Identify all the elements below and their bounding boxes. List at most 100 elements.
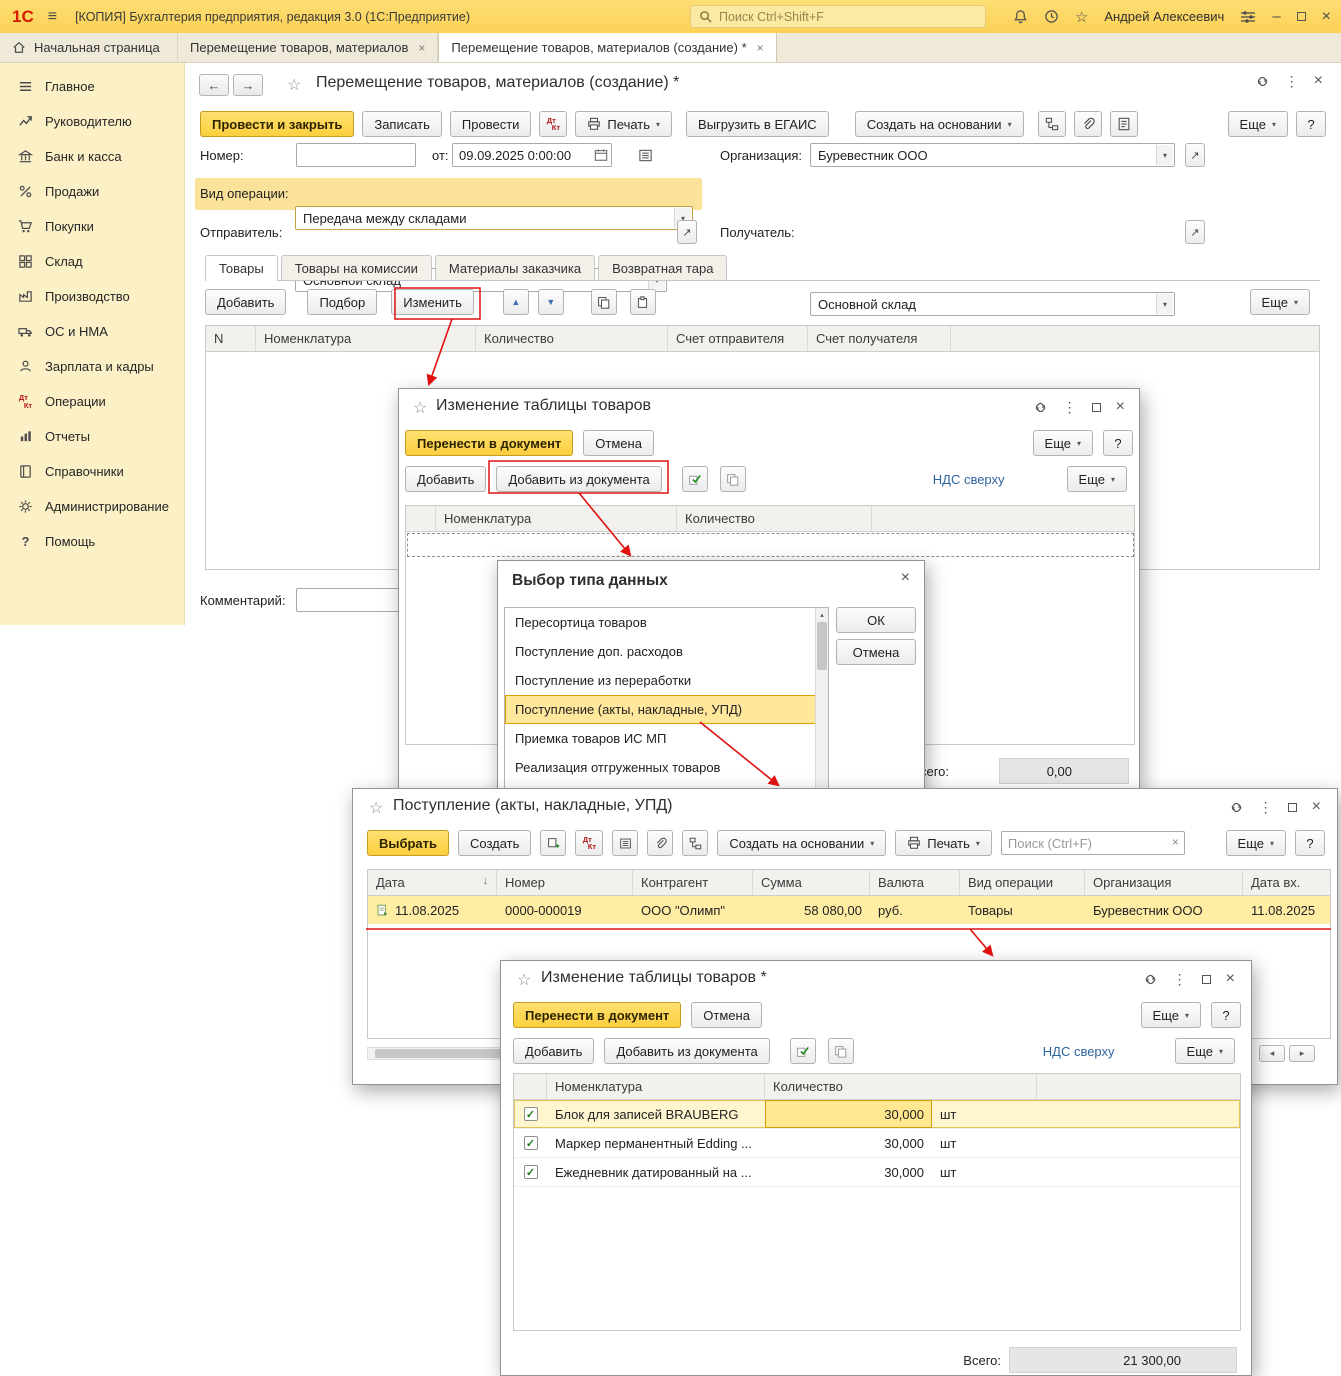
notifications-bell-icon[interactable]	[1013, 9, 1028, 24]
col-number[interactable]: Номер	[497, 870, 633, 895]
close-window-icon[interactable]: ×	[1312, 799, 1321, 815]
date-field[interactable]	[452, 143, 612, 167]
close-dialog-icon[interactable]: ×	[1116, 399, 1125, 415]
clear-search-icon[interactable]: ×	[1172, 835, 1179, 849]
col-date[interactable]: Дата ↓	[368, 870, 497, 895]
save-button[interactable]: Записать	[362, 111, 442, 137]
tab-home[interactable]: Начальная страница	[0, 33, 178, 62]
col-sum[interactable]: Сумма	[753, 870, 870, 895]
tab-goods[interactable]: Товары	[205, 255, 278, 281]
select-button[interactable]: Выбрать	[367, 830, 449, 856]
sidebar-item-production[interactable]: Производство	[0, 279, 184, 314]
dt-kt-postings-button[interactable]: Дт Кт	[539, 111, 568, 137]
col-organization[interactable]: Организация	[1085, 870, 1243, 895]
cancel-button[interactable]: Отмена	[691, 1002, 762, 1028]
data-type-list[interactable]: Пересортица товаров Поступление доп. рас…	[504, 607, 829, 792]
pick-button[interactable]: Подбор	[307, 289, 378, 315]
scrollbar-thumb[interactable]	[817, 622, 827, 670]
history-clock-icon[interactable]	[1044, 9, 1059, 24]
dt-kt-postings-button[interactable]: Дт Кт	[575, 830, 604, 856]
reports-button[interactable]	[1109, 111, 1138, 137]
more-menu-kebab-icon[interactable]: ⋮	[1173, 972, 1187, 986]
favorite-star-icon[interactable]: ☆	[413, 398, 427, 418]
create-button[interactable]: Создать	[458, 830, 532, 856]
cancel-button[interactable]: Отмена	[836, 639, 916, 665]
close-dialog-icon[interactable]: ×	[901, 569, 910, 587]
row-checkbox-checked[interactable]: ✓	[523, 1165, 538, 1179]
favorites-star-icon[interactable]: ☆	[1075, 8, 1088, 26]
cell-quantity[interactable]: 30,000	[765, 1129, 932, 1157]
dialog-goods-table[interactable]: Номенклатура Количество ✓ Блок для запис…	[513, 1073, 1241, 1331]
more-button[interactable]: Еще ▾	[1225, 830, 1286, 856]
close-document-icon[interactable]: ×	[1314, 73, 1323, 89]
sidebar-item-main[interactable]: Главное	[0, 69, 184, 104]
cancel-button[interactable]: Отмена	[583, 430, 654, 456]
check-all-button[interactable]	[681, 466, 708, 492]
main-menu-icon[interactable]: ≡	[48, 8, 57, 26]
goods-row[interactable]: ✓ Маркер перманентный Edding ... 30,000 …	[514, 1129, 1240, 1158]
document-structure-button[interactable]	[1037, 111, 1066, 137]
ok-button[interactable]: ОК	[836, 607, 916, 633]
goods-row[interactable]: ✓ Блок для записей BRAUBERG 30,000 шт	[514, 1100, 1240, 1129]
edit-table-button[interactable]: Изменить	[391, 289, 474, 315]
sidebar-item-payroll[interactable]: Зарплата и кадры	[0, 349, 184, 384]
forward-button[interactable]: →	[233, 74, 263, 96]
create-copy-button[interactable]	[540, 830, 567, 856]
global-search[interactable]: Поиск Ctrl+Shift+F	[690, 5, 986, 28]
transfer-to-document-button[interactable]: Перенести в документ	[513, 1002, 682, 1028]
scroll-right-button[interactable]: ▸	[1289, 1045, 1315, 1062]
move-down-button[interactable]: ▼	[537, 289, 564, 315]
date-input[interactable]	[452, 143, 612, 167]
maximize-button[interactable]	[1296, 12, 1306, 21]
create-based-on-button[interactable]: Создать на основании ▾	[717, 830, 887, 856]
more-button[interactable]: Еще ▾	[1227, 111, 1288, 137]
copy-button[interactable]	[590, 289, 617, 315]
transfer-to-document-button[interactable]: Перенести в документ	[405, 430, 574, 456]
search-input[interactable]	[1000, 831, 1185, 855]
sidebar-item-manager[interactable]: Руководителю	[0, 104, 184, 139]
vat-mode-link[interactable]: НДС сверху	[933, 472, 1005, 487]
create-based-on-button[interactable]: Создать на основании ▾	[854, 111, 1024, 137]
minimize-button[interactable]: –	[1272, 8, 1280, 25]
uncheck-all-button[interactable]	[827, 1038, 854, 1064]
date-list-button[interactable]	[633, 143, 657, 167]
list-item-selected[interactable]: Поступление (акты, накладные, УПД)	[505, 695, 828, 724]
table-more-button[interactable]: Еще ▾	[1249, 289, 1310, 315]
close-dialog-icon[interactable]: ×	[1226, 971, 1235, 987]
list-item[interactable]: Поступление из переработки	[505, 666, 828, 695]
tab-customer-materials[interactable]: Материалы заказчика	[434, 255, 596, 281]
add-row-button[interactable]: Добавить	[513, 1038, 595, 1064]
table-more-button[interactable]: Еще ▾	[1066, 466, 1127, 492]
list-item[interactable]: Приемка товаров ИС МП	[505, 724, 828, 753]
goods-row[interactable]: ✓ Ежедневник датированный на ... 30,000 …	[514, 1158, 1240, 1187]
col-currency[interactable]: Валюта	[870, 870, 960, 895]
list-settings-button[interactable]	[612, 830, 639, 856]
more-menu-kebab-icon[interactable]: ⋮	[1259, 800, 1273, 814]
chevron-down-icon[interactable]: ▾	[1156, 145, 1173, 165]
sidebar-item-warehouse[interactable]: Склад	[0, 244, 184, 279]
maximize-icon[interactable]	[1201, 974, 1211, 984]
get-link-icon[interactable]	[1255, 74, 1270, 89]
post-and-close-button[interactable]: Провести и закрыть	[200, 111, 355, 137]
sidebar-item-help[interactable]: ? Помощь	[0, 524, 184, 559]
row-checkbox-checked[interactable]: ✓	[523, 1107, 538, 1121]
more-menu-kebab-icon[interactable]: ⋮	[1285, 74, 1299, 88]
cell-quantity[interactable]: 30,000	[765, 1158, 932, 1186]
add-from-document-button[interactable]: Добавить из документа	[604, 1038, 770, 1064]
operation-kind-select[interactable]: Передача между складами ▾	[295, 206, 693, 230]
scroll-up-icon[interactable]: ▴	[816, 608, 828, 621]
favorite-star-icon[interactable]: ☆	[287, 75, 301, 95]
vat-mode-link[interactable]: НДС сверху	[1043, 1044, 1115, 1059]
print-button[interactable]: Печать ▾	[575, 111, 673, 137]
list-item[interactable]: Реализация отгруженных товаров	[505, 753, 828, 782]
col-operation[interactable]: Вид операции	[960, 870, 1085, 895]
list-item[interactable]: Пересортица товаров	[505, 608, 828, 637]
maximize-icon[interactable]	[1091, 402, 1101, 412]
get-link-icon[interactable]	[1143, 972, 1158, 987]
dialog-help-button[interactable]: ?	[1103, 430, 1133, 456]
scroll-left-button[interactable]: ◂	[1259, 1045, 1285, 1062]
add-row-button[interactable]: Добавить	[205, 289, 287, 315]
back-button[interactable]: ←	[199, 74, 229, 96]
list-item[interactable]: Поступление доп. расходов	[505, 637, 828, 666]
move-up-button[interactable]: ▲	[502, 289, 529, 315]
